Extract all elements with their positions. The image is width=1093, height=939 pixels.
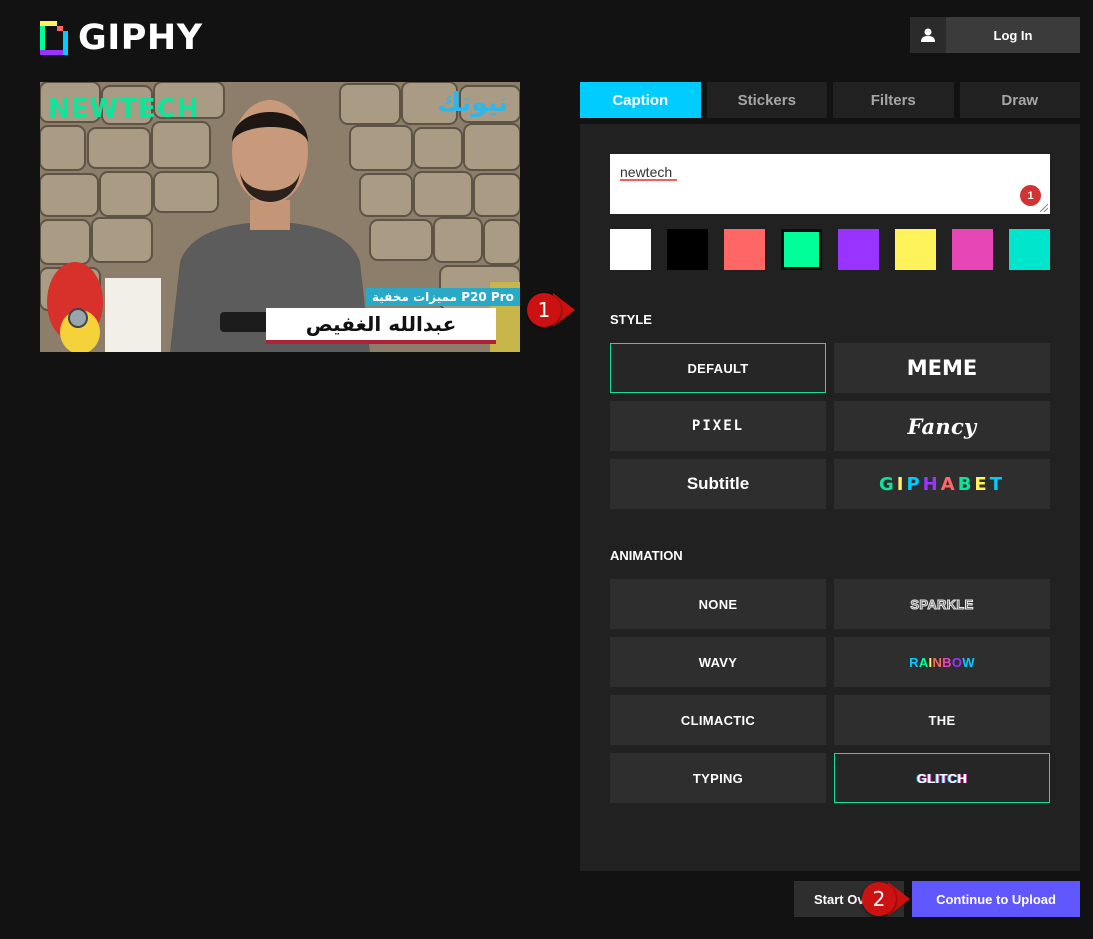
style-option-fancy[interactable]: Fancy — [834, 401, 1050, 451]
giphy-logo-icon — [40, 21, 68, 55]
preview-subtitle: مميزات مخفية P20 Pro — [366, 288, 520, 306]
style-option-default[interactable]: DEFAULT — [610, 343, 826, 393]
editor-tabs: Caption Stickers Filters Draw — [580, 82, 1080, 118]
animation-option-rainbow[interactable]: RAINBOW — [834, 637, 1050, 687]
color-swatch-pink[interactable] — [952, 229, 993, 270]
animation-options: NONE SPARKLE WAVY RAINBOW CLIMACTIC THE … — [610, 579, 1050, 803]
resize-grip-icon[interactable] — [1039, 203, 1048, 212]
giphy-logo[interactable]: GIPHY — [40, 18, 203, 58]
color-swatches — [610, 229, 1050, 270]
animation-section-title: ANIMATION — [610, 548, 683, 563]
color-swatch-white[interactable] — [610, 229, 651, 270]
color-swatch-yellow[interactable] — [895, 229, 936, 270]
gif-preview: NEWTECH نيوتك مميزات مخفية P20 Pro عبدال… — [40, 82, 520, 352]
annotation-marker-1: 1 — [527, 292, 575, 328]
color-swatch-red[interactable] — [724, 229, 765, 270]
animation-option-typing[interactable]: TYPING — [610, 753, 826, 803]
tab-stickers[interactable]: Stickers — [706, 82, 827, 118]
animation-option-wavy[interactable]: WAVY — [610, 637, 826, 687]
continue-to-upload-button[interactable]: Continue to Upload — [912, 881, 1080, 917]
style-options: DEFAULT MEME PIXEL Fancy Subtitle GIPHAB… — [610, 343, 1050, 509]
caption-count-badge: 1 — [1020, 185, 1041, 206]
style-section-title: STYLE — [610, 312, 652, 327]
color-swatch-green[interactable] — [781, 229, 822, 270]
animation-option-glitch[interactable]: GLITCH — [834, 753, 1050, 803]
style-option-meme[interactable]: MEME — [834, 343, 1050, 393]
logo-text: GIPHY — [78, 18, 203, 58]
caption-panel: newtech STYLE DEFAULT MEME PIXEL Fancy S… — [580, 124, 1080, 871]
spellcheck-underline — [620, 179, 677, 181]
login-label: Log In — [993, 27, 1033, 43]
marker-number: 2 — [862, 882, 896, 916]
tab-draw[interactable]: Draw — [959, 82, 1080, 118]
preview-brand-text: NEWTECH — [48, 94, 200, 124]
marker-number: 1 — [527, 293, 561, 327]
user-icon — [910, 17, 946, 53]
animation-option-none[interactable]: NONE — [610, 579, 826, 629]
caption-textarea[interactable]: newtech — [610, 154, 1050, 214]
style-option-pixel[interactable]: PIXEL — [610, 401, 826, 451]
animation-option-climactic[interactable]: CLIMACTIC — [610, 695, 826, 745]
tab-caption[interactable]: Caption — [580, 82, 701, 118]
style-option-giphabet[interactable]: GIPHABET — [834, 459, 1050, 509]
preview-brand-arabic: نيوتك — [437, 88, 508, 118]
color-swatch-black[interactable] — [667, 229, 708, 270]
login-button[interactable]: Log In — [910, 17, 1080, 53]
animation-option-sparkle[interactable]: SPARKLE — [834, 579, 1050, 629]
color-swatch-purple[interactable] — [838, 229, 879, 270]
preview-name-caption: عبدالله الغفيص — [266, 308, 496, 344]
tab-filters[interactable]: Filters — [833, 82, 954, 118]
animation-option-the[interactable]: THE — [834, 695, 1050, 745]
annotation-marker-2: 2 — [862, 881, 910, 917]
style-option-subtitle[interactable]: Subtitle — [610, 459, 826, 509]
color-swatch-teal[interactable] — [1009, 229, 1050, 270]
